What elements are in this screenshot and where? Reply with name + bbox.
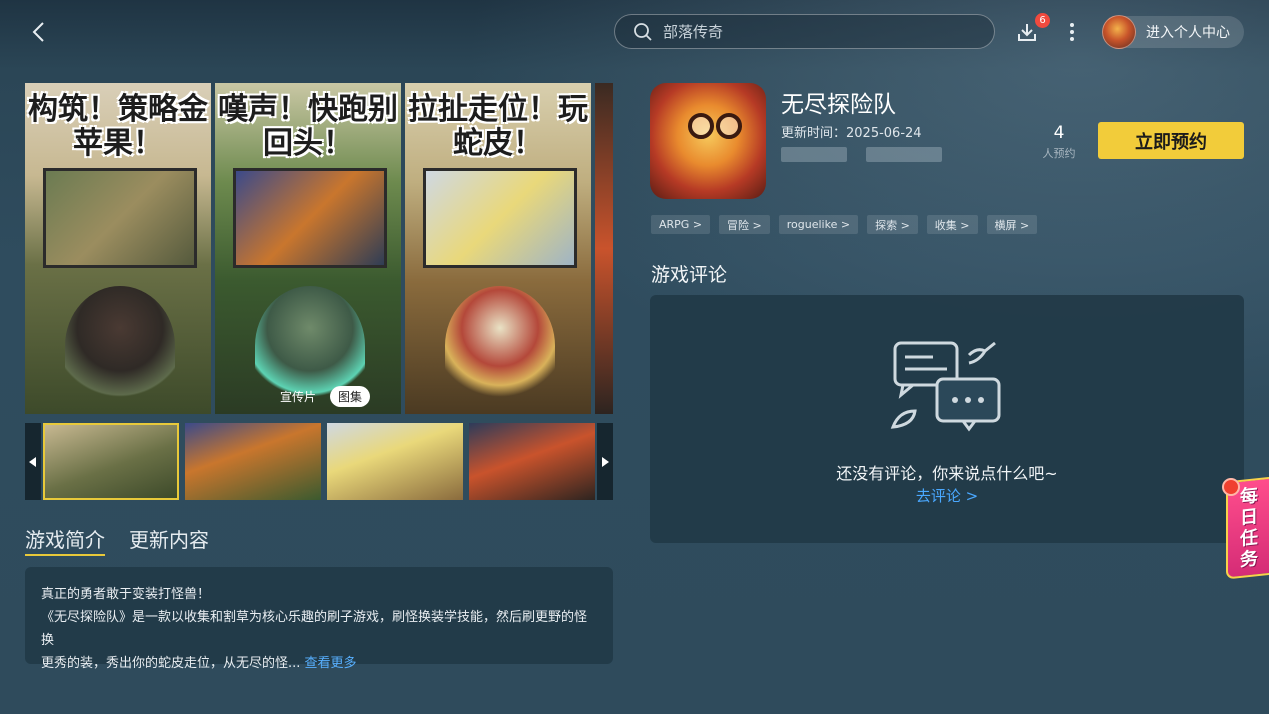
triangle-left-icon — [29, 456, 36, 467]
triangle-right-icon — [602, 456, 609, 467]
intro-line: 更秀的装，秀出你的蛇皮走位，从无尽的怪... — [41, 656, 301, 671]
intro-panel: 真正的勇者敢于变装打怪兽！ 《无尽探险队》是一款以收集和割草为核心乐趣的刷子游戏… — [25, 567, 613, 671]
gallery-image[interactable] — [595, 83, 613, 414]
gallery-headline: 嘆声！快跑别回头！ — [218, 92, 398, 161]
thumb-prev-button[interactable] — [25, 423, 41, 500]
mode-option-gallery[interactable]: 图集 — [330, 385, 371, 407]
go-review-link[interactable]: 去评论 > — [650, 485, 1244, 506]
icon-art — [688, 113, 714, 139]
reserve-count: 4 — [1053, 123, 1065, 143]
top-bar: 部落传奇 6 进入个人中心 — [0, 0, 1269, 64]
reserve-count-label: 人预约 — [1042, 147, 1076, 160]
profile-center-button[interactable]: 进入个人中心 — [1102, 15, 1244, 49]
profile-label: 进入个人中心 — [1146, 25, 1230, 41]
thumb-next-button[interactable] — [597, 423, 613, 500]
see-more-link[interactable]: 查看更多 — [305, 656, 357, 671]
search-icon — [634, 22, 652, 41]
search-input[interactable]: 部落传奇 — [614, 14, 995, 49]
reserve-button[interactable]: 立即预约 — [1098, 122, 1244, 159]
daily-task-char: 务 — [1240, 548, 1258, 571]
back-button[interactable] — [26, 18, 50, 46]
character-art — [65, 286, 175, 406]
gameplay-screen — [43, 168, 197, 268]
more-menu-button[interactable] — [1062, 20, 1082, 44]
screenshot-gallery[interactable]: 构筑！策略金苹果！ 嘆声！快跑别回头！ 拉扯走位！玩蛇皮！ — [25, 83, 613, 414]
icon-art — [716, 113, 742, 139]
character-art — [445, 286, 555, 406]
tag-list: ARPG > 冒险 > roguelike > 探索 > 收集 > 横屏 > — [651, 215, 1038, 234]
tag-chip[interactable]: 冒险 > — [719, 215, 770, 234]
thumbnail[interactable] — [43, 423, 179, 500]
more-dot — [1070, 23, 1074, 27]
redacted-info — [781, 147, 847, 162]
game-icon — [650, 83, 766, 199]
daily-task-button[interactable]: 每 日 任 务 — [1222, 475, 1269, 580]
notification-dot — [1222, 478, 1240, 496]
intro-tabs: 游戏简介 更新内容 — [25, 524, 209, 556]
intro-line: 《无尽探险队》是一款以收集和割草为核心乐趣的刷子游戏，刷怪换装学技能，然后刷更野… — [41, 610, 588, 648]
download-count-badge: 6 — [1035, 13, 1050, 28]
daily-task-char: 每 — [1240, 485, 1258, 508]
search-placeholder: 部落传奇 — [663, 23, 724, 41]
avatar — [1102, 15, 1136, 49]
gallery-image[interactable]: 构筑！策略金苹果！ — [25, 83, 211, 414]
thumbnail[interactable] — [469, 423, 595, 500]
thumbnail[interactable] — [185, 423, 321, 500]
daily-task-char: 日 — [1240, 506, 1258, 529]
gallery-headline: 构筑！策略金苹果！ — [28, 92, 208, 161]
gallery-image[interactable]: 拉扯走位！玩蛇皮！ — [405, 83, 591, 414]
redacted-info — [866, 147, 942, 162]
thumbnail-strip — [25, 423, 613, 500]
gallery-headline: 拉扯走位！玩蛇皮！ — [408, 92, 588, 161]
reserve-stat: 4 人预约 — [1037, 123, 1081, 161]
daily-task-char: 任 — [1240, 527, 1258, 550]
more-dot — [1070, 37, 1074, 41]
thumbnail[interactable] — [327, 423, 463, 500]
tag-chip[interactable]: 收集 > — [926, 215, 978, 234]
tab-intro[interactable]: 游戏简介 — [25, 524, 105, 556]
chevron-left-icon — [32, 22, 44, 42]
intro-line-with-link: 更秀的装，秀出你的蛇皮走位，从无尽的怪... 查看更多 — [41, 652, 597, 675]
reviews-title: 游戏评论 — [651, 264, 728, 286]
mode-option-video[interactable]: 宣传片 — [272, 386, 324, 407]
empty-reviews-text: 还没有评论，你来说点什么吧~ — [836, 464, 1058, 483]
tag-chip[interactable]: roguelike > — [778, 215, 859, 234]
empty-comments-icon — [890, 341, 1001, 432]
gameplay-screen — [233, 168, 387, 268]
gallery-image[interactable]: 嘆声！快跑别回头！ — [215, 83, 401, 414]
tag-chip[interactable]: 探索 > — [867, 215, 918, 234]
gameplay-screen — [423, 168, 577, 268]
tag-chip[interactable]: 横屏 > — [986, 215, 1038, 234]
tag-chip[interactable]: ARPG > — [651, 215, 711, 234]
tab-update[interactable]: 更新内容 — [129, 524, 209, 556]
game-title: 无尽探险队 — [781, 92, 896, 118]
more-dot — [1070, 30, 1074, 34]
reviews-panel: 还没有评论，你来说点什么吧~ 去评论 > — [650, 295, 1244, 543]
media-mode-toggle[interactable]: 宣传片 图集 — [272, 385, 371, 407]
update-time: 更新时间：2025-06-24 — [781, 126, 922, 141]
intro-line: 真正的勇者敢于变装打怪兽！ — [41, 587, 211, 602]
